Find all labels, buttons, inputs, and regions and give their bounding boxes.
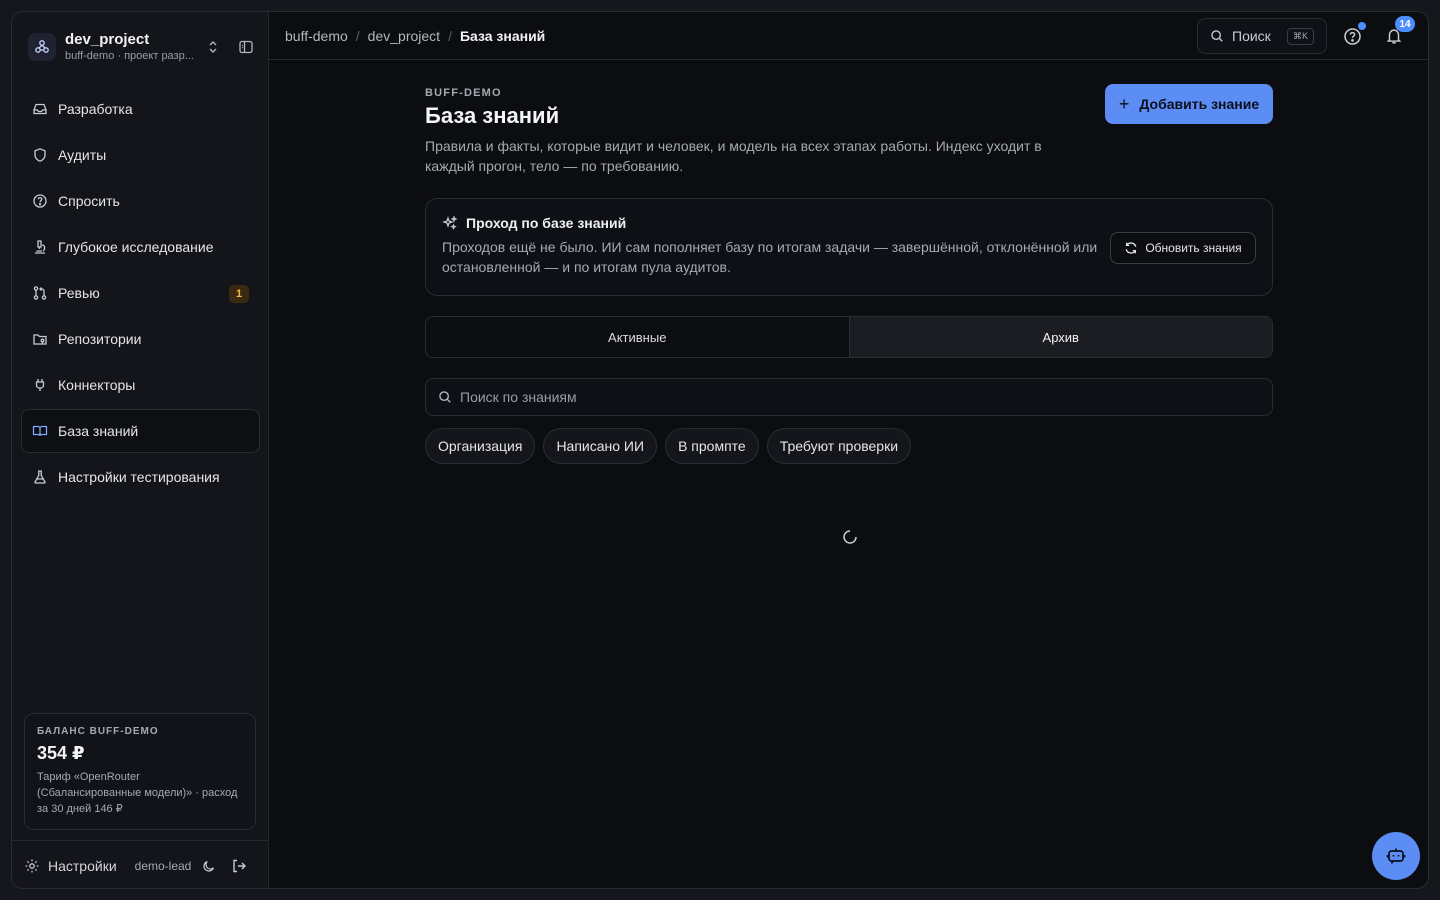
breadcrumb-org[interactable]: buff-demo	[285, 28, 348, 44]
tab-archive[interactable]: Архив	[848, 317, 1272, 357]
breadcrumb-separator: /	[448, 28, 452, 44]
chevrons-up-down-icon[interactable]	[205, 39, 221, 55]
sidebar-item-repositories[interactable]: Репозитории	[21, 317, 260, 361]
search-shortcut: ⌘K	[1286, 28, 1314, 45]
sidebar-item-label: Спросить	[58, 193, 120, 209]
search-icon	[1210, 29, 1224, 43]
sidebar-item-label: База знаний	[58, 423, 139, 439]
filter-chip-needs-review[interactable]: Требуют проверки	[766, 428, 912, 464]
breadcrumb-separator: /	[355, 28, 360, 44]
sidebar-item-connectors[interactable]: Коннекторы	[21, 363, 260, 407]
balance-label: БАЛАНС BUFF-DEMO	[37, 726, 159, 737]
sidebar-item-label: Аудиты	[58, 147, 107, 163]
refresh-icon	[1124, 241, 1138, 255]
status-tabs: Активные Архив	[425, 316, 1273, 358]
inbox-icon	[32, 101, 48, 117]
sidebar-item-ask[interactable]: Спросить	[21, 179, 260, 223]
add-knowledge-label: Добавить знание	[1139, 96, 1260, 112]
main-area: buff-demo / dev_project / База знаний По…	[269, 12, 1428, 888]
knowledge-search-field	[425, 378, 1273, 416]
sidebar-item-testing-settings[interactable]: Настройки тестирования	[21, 455, 260, 499]
assistant-chat-button[interactable]	[1372, 832, 1420, 880]
search-icon	[438, 390, 452, 404]
filter-chip-organization[interactable]: Организация	[425, 428, 536, 464]
sidebar-toggle-icon[interactable]	[237, 38, 255, 56]
balance-card: БАЛАНС BUFF-DEMO 354 ₽ Тариф «OpenRouter…	[24, 713, 256, 830]
filter-chips: Организация Написано ИИ В промпте Требую…	[425, 428, 919, 464]
sidebar-item-development[interactable]: Разработка	[21, 87, 260, 131]
tab-active[interactable]: Активные	[426, 317, 849, 357]
global-search-button[interactable]: Поиск ⌘K	[1197, 18, 1327, 54]
pass-card-title: Проход по базе знаний	[466, 215, 627, 231]
help-circle-icon	[32, 193, 48, 209]
topbar: buff-demo / dev_project / База знаний По…	[269, 12, 1428, 60]
current-user: demo-lead	[134, 858, 192, 873]
add-knowledge-button[interactable]: + Добавить знание	[1105, 84, 1273, 124]
sidebar-item-label: Коннекторы	[58, 377, 136, 393]
project-subtitle: buff-demo · проект разр...	[65, 49, 194, 62]
balance-value: 354 ₽	[37, 743, 85, 763]
knowledge-base-page: BUFF-DEMO База знаний Правила и факты, к…	[425, 72, 1273, 544]
flask-icon	[32, 469, 48, 485]
sidebar-footer: Настройки demo-lead	[12, 840, 269, 888]
loading-spinner-icon	[842, 529, 858, 545]
app-window: dev_project buff-demo · проект разр... Р…	[11, 11, 1429, 889]
sparkles-icon	[442, 215, 458, 231]
sidebar-item-audits[interactable]: Аудиты	[21, 133, 260, 177]
git-pull-request-icon	[32, 285, 48, 301]
help-indicator-dot	[1358, 22, 1366, 30]
sidebar-item-label: Настройки тестирования	[58, 469, 220, 485]
page-description: Правила и факты, которые видит и человек…	[425, 138, 1042, 174]
logout-icon[interactable]	[231, 858, 247, 874]
pass-card-description: Проходов ещё не было. ИИ сам пополняет б…	[442, 239, 1098, 275]
settings-link[interactable]: Настройки	[48, 858, 117, 874]
sidebar-item-label: Глубокое исследование	[58, 239, 214, 255]
sidebar-item-knowledge-base[interactable]: База знаний	[21, 409, 260, 453]
breadcrumb-project[interactable]: dev_project	[368, 28, 440, 44]
review-count-badge: 1	[229, 285, 249, 303]
project-switcher[interactable]: dev_project buff-demo · проект разр...	[28, 28, 255, 66]
knowledge-pass-card: Проход по базе знаний Проходов ещё не бы…	[425, 198, 1273, 296]
knowledge-search-input[interactable]	[460, 389, 1240, 405]
project-logo-icon	[28, 33, 56, 61]
sidebar-item-review[interactable]: Ревью 1	[21, 271, 260, 315]
sidebar-item-label: Разработка	[58, 101, 133, 117]
folder-git-icon	[32, 331, 48, 347]
sidebar-item-label: Репозитории	[58, 331, 142, 347]
book-open-icon	[32, 423, 48, 439]
sidebar-nav: Разработка Аудиты Спросить Глубокое иссл…	[21, 87, 260, 501]
filter-chip-in-prompt[interactable]: В промпте	[665, 428, 759, 464]
microscope-icon	[32, 239, 48, 255]
search-label: Поиск	[1232, 28, 1271, 44]
sidebar-item-label: Ревью	[58, 285, 100, 301]
refresh-knowledge-button[interactable]: Обновить знания	[1110, 232, 1256, 264]
bot-icon	[1386, 846, 1406, 866]
sidebar: dev_project buff-demo · проект разр... Р…	[12, 12, 269, 888]
plus-icon: +	[1118, 93, 1130, 114]
breadcrumb: buff-demo / dev_project / База знаний	[285, 12, 545, 60]
filter-chip-ai-written[interactable]: Написано ИИ	[543, 428, 658, 464]
gear-icon[interactable]	[24, 858, 40, 874]
sidebar-item-deep-research[interactable]: Глубокое исследование	[21, 225, 260, 269]
project-name: dev_project	[65, 30, 150, 48]
refresh-knowledge-label: Обновить знания	[1145, 241, 1242, 255]
breadcrumb-current: База знаний	[459, 28, 546, 44]
notifications-count-badge: 14	[1395, 16, 1415, 32]
balance-description: Тариф «OpenRouter (Сбалансированные моде…	[37, 771, 238, 815]
plug-icon	[32, 377, 48, 393]
shield-icon	[32, 147, 48, 163]
moon-icon[interactable]	[201, 858, 217, 874]
